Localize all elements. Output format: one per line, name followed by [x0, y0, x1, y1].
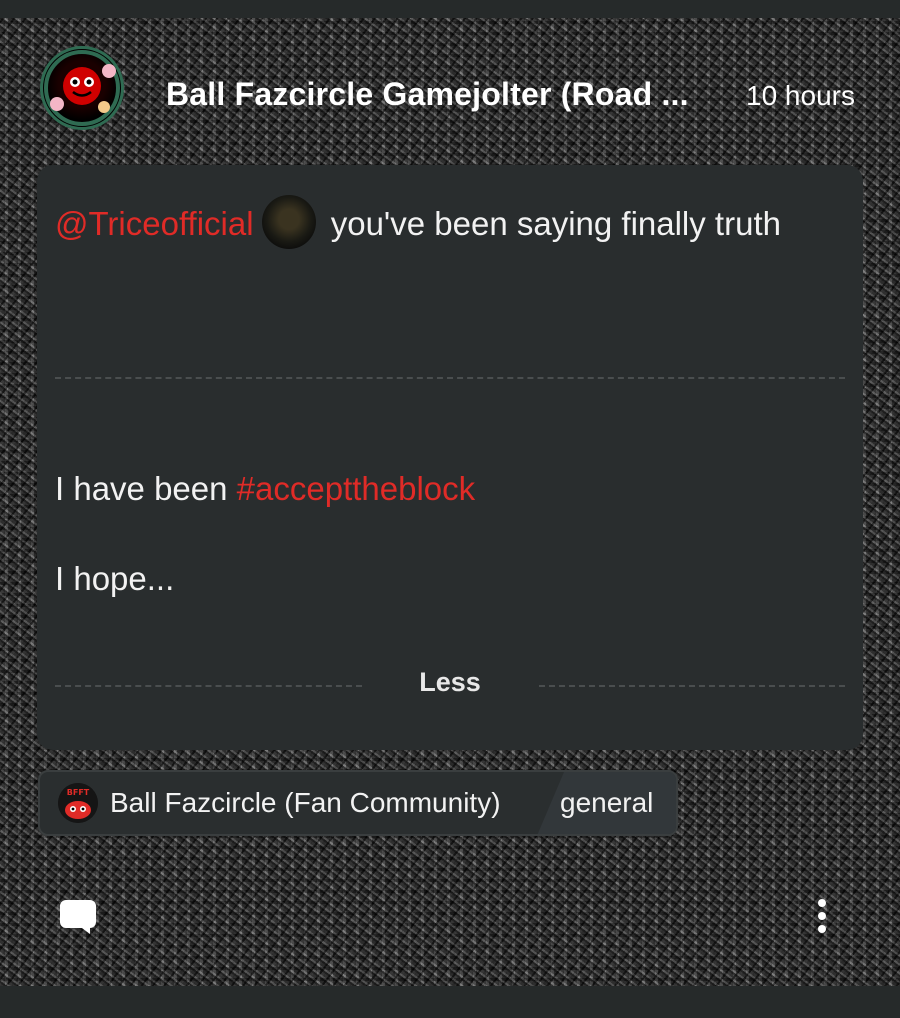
less-button[interactable]: Less: [395, 667, 505, 698]
avatar-image: [44, 50, 120, 126]
author-name[interactable]: Ball Fazcircle Gamejolter (Road ...: [166, 76, 711, 113]
post-paragraph: I have been #accepttheblock: [55, 470, 475, 508]
top-bar: [0, 0, 900, 18]
community-name: Ball Fazcircle (Fan Community): [110, 787, 501, 818]
post-lead-text: @Triceofficial you've been saying finall…: [55, 195, 835, 252]
channel-name: general: [560, 787, 654, 818]
collapse-row: Less: [55, 665, 845, 705]
bottom-bar: [0, 986, 900, 1018]
post-paragraph-2: I hope...: [55, 560, 175, 597]
post-card: @Triceofficial you've been saying finall…: [37, 165, 863, 750]
hashtag-link[interactable]: #accepttheblock: [237, 470, 476, 507]
lead-text: you've been saying finally truth: [321, 205, 781, 242]
comment-bubble-icon[interactable]: [58, 896, 98, 936]
post-timestamp: 10 hours: [746, 80, 855, 111]
community-logo-text: BFFT: [67, 788, 90, 797]
author-avatar[interactable]: [40, 46, 124, 130]
divider-right: [539, 685, 845, 687]
mention-avatar[interactable]: [261, 195, 316, 249]
vertical-ellipsis-icon[interactable]: [808, 896, 836, 936]
divider-left: [55, 685, 362, 687]
community-logo: BFFT: [58, 783, 98, 823]
community-icon: BFFT: [58, 783, 98, 823]
user-mention-link[interactable]: @Triceofficial: [55, 205, 254, 242]
content-divider: [55, 377, 845, 379]
community-chip[interactable]: BFFT Ball Fazcircle (Fan Community) gene…: [38, 770, 678, 836]
paragraph-text: I have been: [55, 470, 237, 507]
